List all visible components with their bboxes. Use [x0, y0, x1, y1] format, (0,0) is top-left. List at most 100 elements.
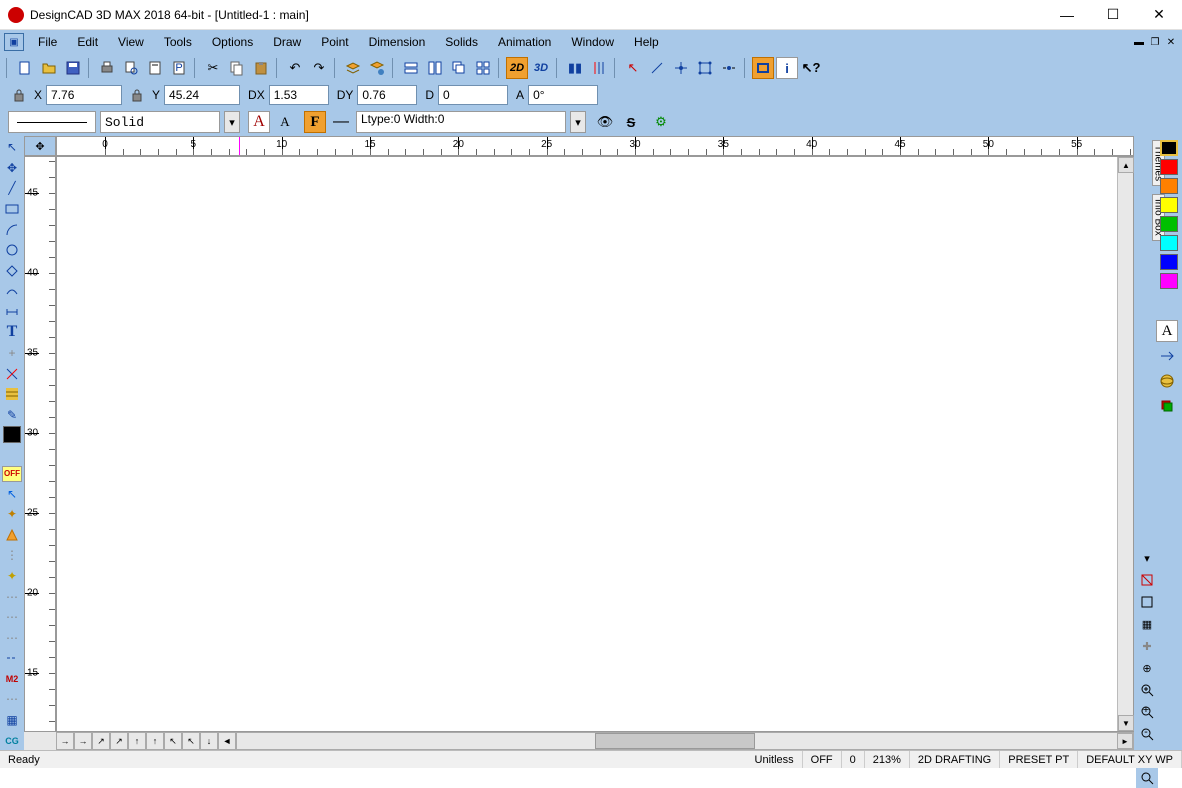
trim-tool[interactable] — [2, 364, 22, 383]
lock-y-icon[interactable] — [126, 85, 148, 105]
hatch-tool[interactable] — [2, 385, 22, 404]
nav-right2[interactable]: → — [74, 732, 92, 750]
open-button[interactable] — [38, 57, 60, 79]
color-00c000[interactable] — [1160, 216, 1178, 232]
status-zero[interactable]: 0 — [842, 751, 865, 768]
m2-tool[interactable]: M2 — [2, 670, 22, 689]
menu-draw[interactable]: Draw — [263, 33, 311, 51]
cut-button[interactable]: ✂ — [202, 57, 224, 79]
layers-button[interactable] — [1156, 395, 1178, 417]
pause-button[interactable]: ▮▮ — [564, 57, 586, 79]
print-button[interactable] — [96, 57, 118, 79]
menu-window[interactable]: Window — [561, 33, 624, 51]
horizontal-scrollbar[interactable]: ► — [236, 732, 1134, 750]
horizontal-ruler[interactable]: 051015202530354045505560 — [56, 136, 1134, 156]
menu-view[interactable]: View — [108, 33, 154, 51]
zoom-dropdown[interactable]: ▾ — [1137, 548, 1157, 568]
line-preview[interactable] — [8, 111, 96, 133]
mdi-restore-button[interactable]: ❐ — [1148, 35, 1162, 49]
print-preview-button[interactable] — [120, 57, 142, 79]
curve-tool[interactable] — [2, 282, 22, 301]
new-button[interactable] — [14, 57, 36, 79]
tile-horizontal-button[interactable] — [400, 57, 422, 79]
ltype-display[interactable]: Ltype:0 Width:0 — [356, 111, 566, 133]
text-style-button[interactable]: A — [1156, 320, 1178, 342]
color-swatch[interactable] — [3, 426, 21, 443]
snap-center-button[interactable] — [718, 57, 740, 79]
save-button[interactable] — [62, 57, 84, 79]
triangle-tool[interactable] — [2, 526, 22, 545]
pointer-tool[interactable]: ↖ — [2, 138, 22, 157]
scroll-up-button[interactable]: ▲ — [1118, 157, 1134, 173]
hscroll-thumb[interactable] — [595, 733, 755, 749]
page-setup-button[interactable] — [144, 57, 166, 79]
misc-tool-1[interactable]: ⋯ — [2, 690, 22, 709]
scroll-down-button[interactable]: ▼ — [1118, 715, 1134, 731]
close-button[interactable]: ✕ — [1136, 0, 1182, 30]
view-tool-button[interactable] — [1156, 345, 1178, 367]
layer-button[interactable] — [342, 57, 364, 79]
properties-button[interactable]: P — [168, 57, 190, 79]
status-zoom[interactable]: 213% — [865, 751, 910, 768]
zoom-realtime-button[interactable] — [1137, 768, 1157, 788]
line-draw-tool[interactable]: ╱ — [2, 179, 22, 198]
nav-right[interactable]: → — [56, 732, 74, 750]
zoom-extents-button[interactable] — [1137, 592, 1157, 612]
vertical-scrollbar[interactable]: ▲ ▼ — [1117, 157, 1133, 731]
nav-up-right[interactable]: ↗ — [92, 732, 110, 750]
status-preset[interactable]: PRESET PT — [1000, 751, 1078, 768]
menu-animation[interactable]: Animation — [488, 33, 561, 51]
grid-button[interactable]: ▦ — [1137, 614, 1157, 634]
text-large-button[interactable]: A — [248, 111, 270, 133]
dy-input[interactable] — [357, 85, 417, 105]
x-input[interactable] — [46, 85, 122, 105]
zoom-in-button[interactable]: + — [1137, 702, 1157, 722]
view-rect-button[interactable] — [752, 57, 774, 79]
circle-tool[interactable] — [2, 241, 22, 260]
off-toggle[interactable]: OFF — [2, 466, 22, 483]
color-000000[interactable] — [1160, 140, 1178, 156]
menu-tools[interactable]: Tools — [154, 33, 202, 51]
drawing-canvas[interactable] — [57, 157, 1133, 731]
magic-tool[interactable]: ✦ — [2, 505, 22, 524]
polygon-tool[interactable] — [2, 261, 22, 280]
help-pointer-button[interactable]: ↖? — [800, 57, 822, 79]
crosshair-tool[interactable]: + — [2, 344, 22, 363]
eye-dropper-button[interactable]: 👁 — [594, 111, 616, 133]
status-unitless[interactable]: Unitless — [747, 751, 803, 768]
arc-tool[interactable] — [2, 220, 22, 239]
add-button[interactable]: ✚ — [1137, 636, 1157, 656]
mdi-minimize-button[interactable]: ▬ — [1132, 35, 1146, 49]
zoom-out-button[interactable]: - — [1137, 724, 1157, 744]
nav-down[interactable]: ↓ — [200, 732, 218, 750]
vertical-ruler[interactable]: 45403530252015 — [24, 156, 56, 732]
options-button[interactable]: ⚙ — [650, 111, 672, 133]
maximize-button[interactable]: ☐ — [1090, 0, 1136, 30]
line-tool-button[interactable] — [646, 57, 668, 79]
undo-button[interactable]: ↶ — [284, 57, 306, 79]
color-ff0000[interactable] — [1160, 159, 1178, 175]
menu-options[interactable]: Options — [202, 33, 263, 51]
nav-scroll-left[interactable]: ◄ — [218, 732, 236, 750]
color-ffff00[interactable] — [1160, 197, 1178, 213]
status-wp[interactable]: DEFAULT XY WP — [1078, 751, 1182, 768]
select-cursor-tool[interactable]: ↖ — [2, 484, 22, 503]
menu-edit[interactable]: Edit — [67, 33, 108, 51]
cg-tool[interactable]: CG — [2, 731, 22, 750]
dx-input[interactable] — [269, 85, 329, 105]
select-pointer-button[interactable]: ↖ — [622, 57, 644, 79]
strikethrough-button[interactable]: S — [620, 111, 642, 133]
info-button[interactable]: i — [776, 57, 798, 79]
zoom-all-button[interactable] — [1137, 680, 1157, 700]
mode-2d-button[interactable]: 2D — [506, 57, 528, 79]
mdi-close-button[interactable]: ✕ — [1164, 35, 1178, 49]
color-ff00ff[interactable] — [1160, 273, 1178, 289]
dash-button[interactable]: — — [330, 111, 352, 133]
globe-button[interactable] — [1156, 370, 1178, 392]
snap-grid-button[interactable] — [694, 57, 716, 79]
minimize-button[interactable]: — — [1044, 0, 1090, 30]
line-style-dropdown[interactable]: ▾ — [224, 111, 240, 133]
mode-3d-button[interactable]: 3D — [530, 57, 552, 79]
line-style-select[interactable]: Solid — [100, 111, 220, 133]
cascade-button[interactable] — [448, 57, 470, 79]
